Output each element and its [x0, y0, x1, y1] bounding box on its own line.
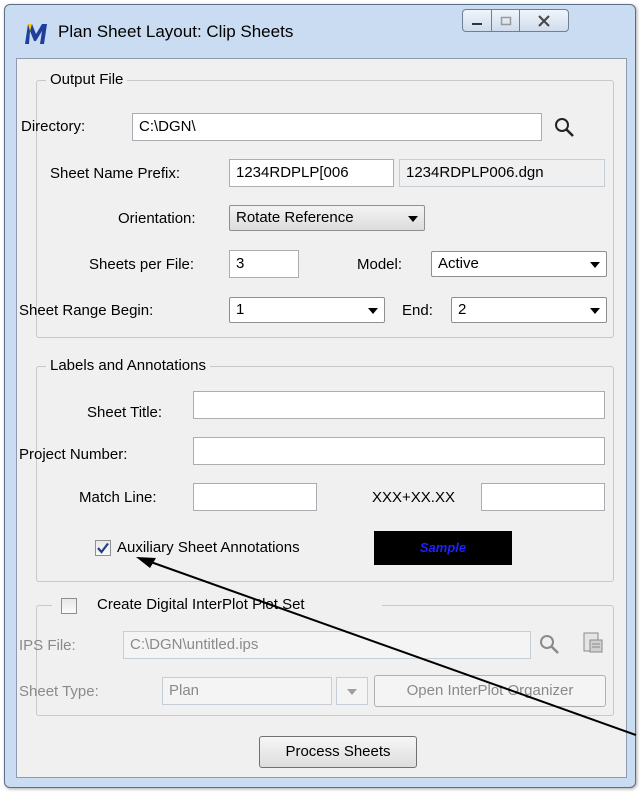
- maximize-icon: [500, 16, 511, 25]
- model-dropdown[interactable]: Active: [431, 251, 607, 277]
- sheets-per-file-input[interactable]: 3: [229, 250, 299, 278]
- minimize-button[interactable]: [462, 9, 492, 32]
- project-number-input[interactable]: [193, 437, 605, 465]
- auxiliary-annotations-label: Auxiliary Sheet Annotations: [117, 539, 300, 556]
- create-interplot-label: Create Digital InterPlot Plot Set: [97, 596, 305, 613]
- process-sheets-button[interactable]: Process Sheets: [259, 736, 417, 768]
- open-interplot-organizer-button[interactable]: Open InterPlot Organizer: [374, 675, 606, 707]
- search-icon[interactable]: [538, 633, 562, 657]
- ips-file-input[interactable]: C:\DGN\untitled.ips: [123, 631, 531, 659]
- station-input[interactable]: [481, 483, 605, 511]
- labels-annotations-legend: Labels and Annotations: [46, 357, 210, 374]
- close-button[interactable]: [519, 9, 569, 32]
- model-value: Active: [438, 255, 479, 272]
- sheet-range-end-dropdown[interactable]: 2: [451, 297, 607, 323]
- sheet-name-prefix-input[interactable]: 1234RDPLP[006: [229, 159, 394, 187]
- directory-input[interactable]: C:\DGN\: [132, 113, 542, 141]
- microstation-app-icon: [22, 20, 50, 46]
- maximize-button[interactable]: [491, 9, 520, 32]
- chevron-down-icon: [347, 689, 357, 695]
- sheet-range-begin-dropdown[interactable]: 1: [229, 297, 385, 323]
- directory-label: Directory:: [21, 118, 86, 135]
- sheet-range-begin-label: Sheet Range Begin:: [19, 302, 154, 319]
- chevron-down-icon: [408, 216, 418, 222]
- create-interplot-checkbox[interactable]: [61, 598, 77, 614]
- sample-text: Sample: [419, 540, 467, 555]
- orientation-value: Rotate Reference: [236, 209, 354, 226]
- project-number-label: Project Number:: [19, 446, 128, 463]
- sheets-per-file-label: Sheets per File:: [89, 256, 195, 273]
- station-format-label: XXX+XX.XX: [372, 489, 455, 506]
- ips-file-label: IPS File:: [19, 637, 76, 654]
- model-label: Model:: [357, 256, 403, 273]
- sheet-type-dropdown[interactable]: Plan: [162, 677, 332, 705]
- sheet-type-label: Sheet Type:: [19, 683, 99, 700]
- checkmark-icon: [97, 542, 109, 554]
- search-icon[interactable]: [553, 116, 577, 140]
- orientation-dropdown[interactable]: Rotate Reference: [229, 205, 425, 231]
- annotation-sample-preview[interactable]: Sample: [374, 531, 512, 565]
- sheet-title-label: Sheet Title:: [87, 404, 163, 421]
- sheet-range-begin-value: 1: [236, 301, 245, 318]
- chevron-down-icon: [368, 308, 378, 314]
- orientation-label: Orientation:: [118, 210, 196, 227]
- sheet-type-dropdown-button[interactable]: [336, 677, 368, 705]
- chevron-down-icon: [590, 308, 600, 314]
- sheet-name-prefix-label: Sheet Name Prefix:: [50, 165, 181, 182]
- sheet-range-end-value: 2: [458, 301, 467, 318]
- chevron-down-icon: [590, 262, 600, 268]
- interplot-settings-icon[interactable]: [581, 630, 607, 658]
- match-line-label: Match Line:: [79, 489, 157, 506]
- sheet-title-input[interactable]: [193, 391, 605, 419]
- sheet-range-end-label: End:: [402, 302, 433, 319]
- minimize-icon: [472, 22, 482, 25]
- match-line-input[interactable]: [193, 483, 317, 511]
- sheet-name-preview: 1234RDPLP006.dgn: [399, 159, 605, 187]
- output-file-legend: Output File: [46, 71, 128, 88]
- auxiliary-annotations-checkbox[interactable]: [95, 540, 111, 556]
- close-icon: [538, 14, 550, 27]
- window-title: Plan Sheet Layout: Clip Sheets: [58, 22, 294, 41]
